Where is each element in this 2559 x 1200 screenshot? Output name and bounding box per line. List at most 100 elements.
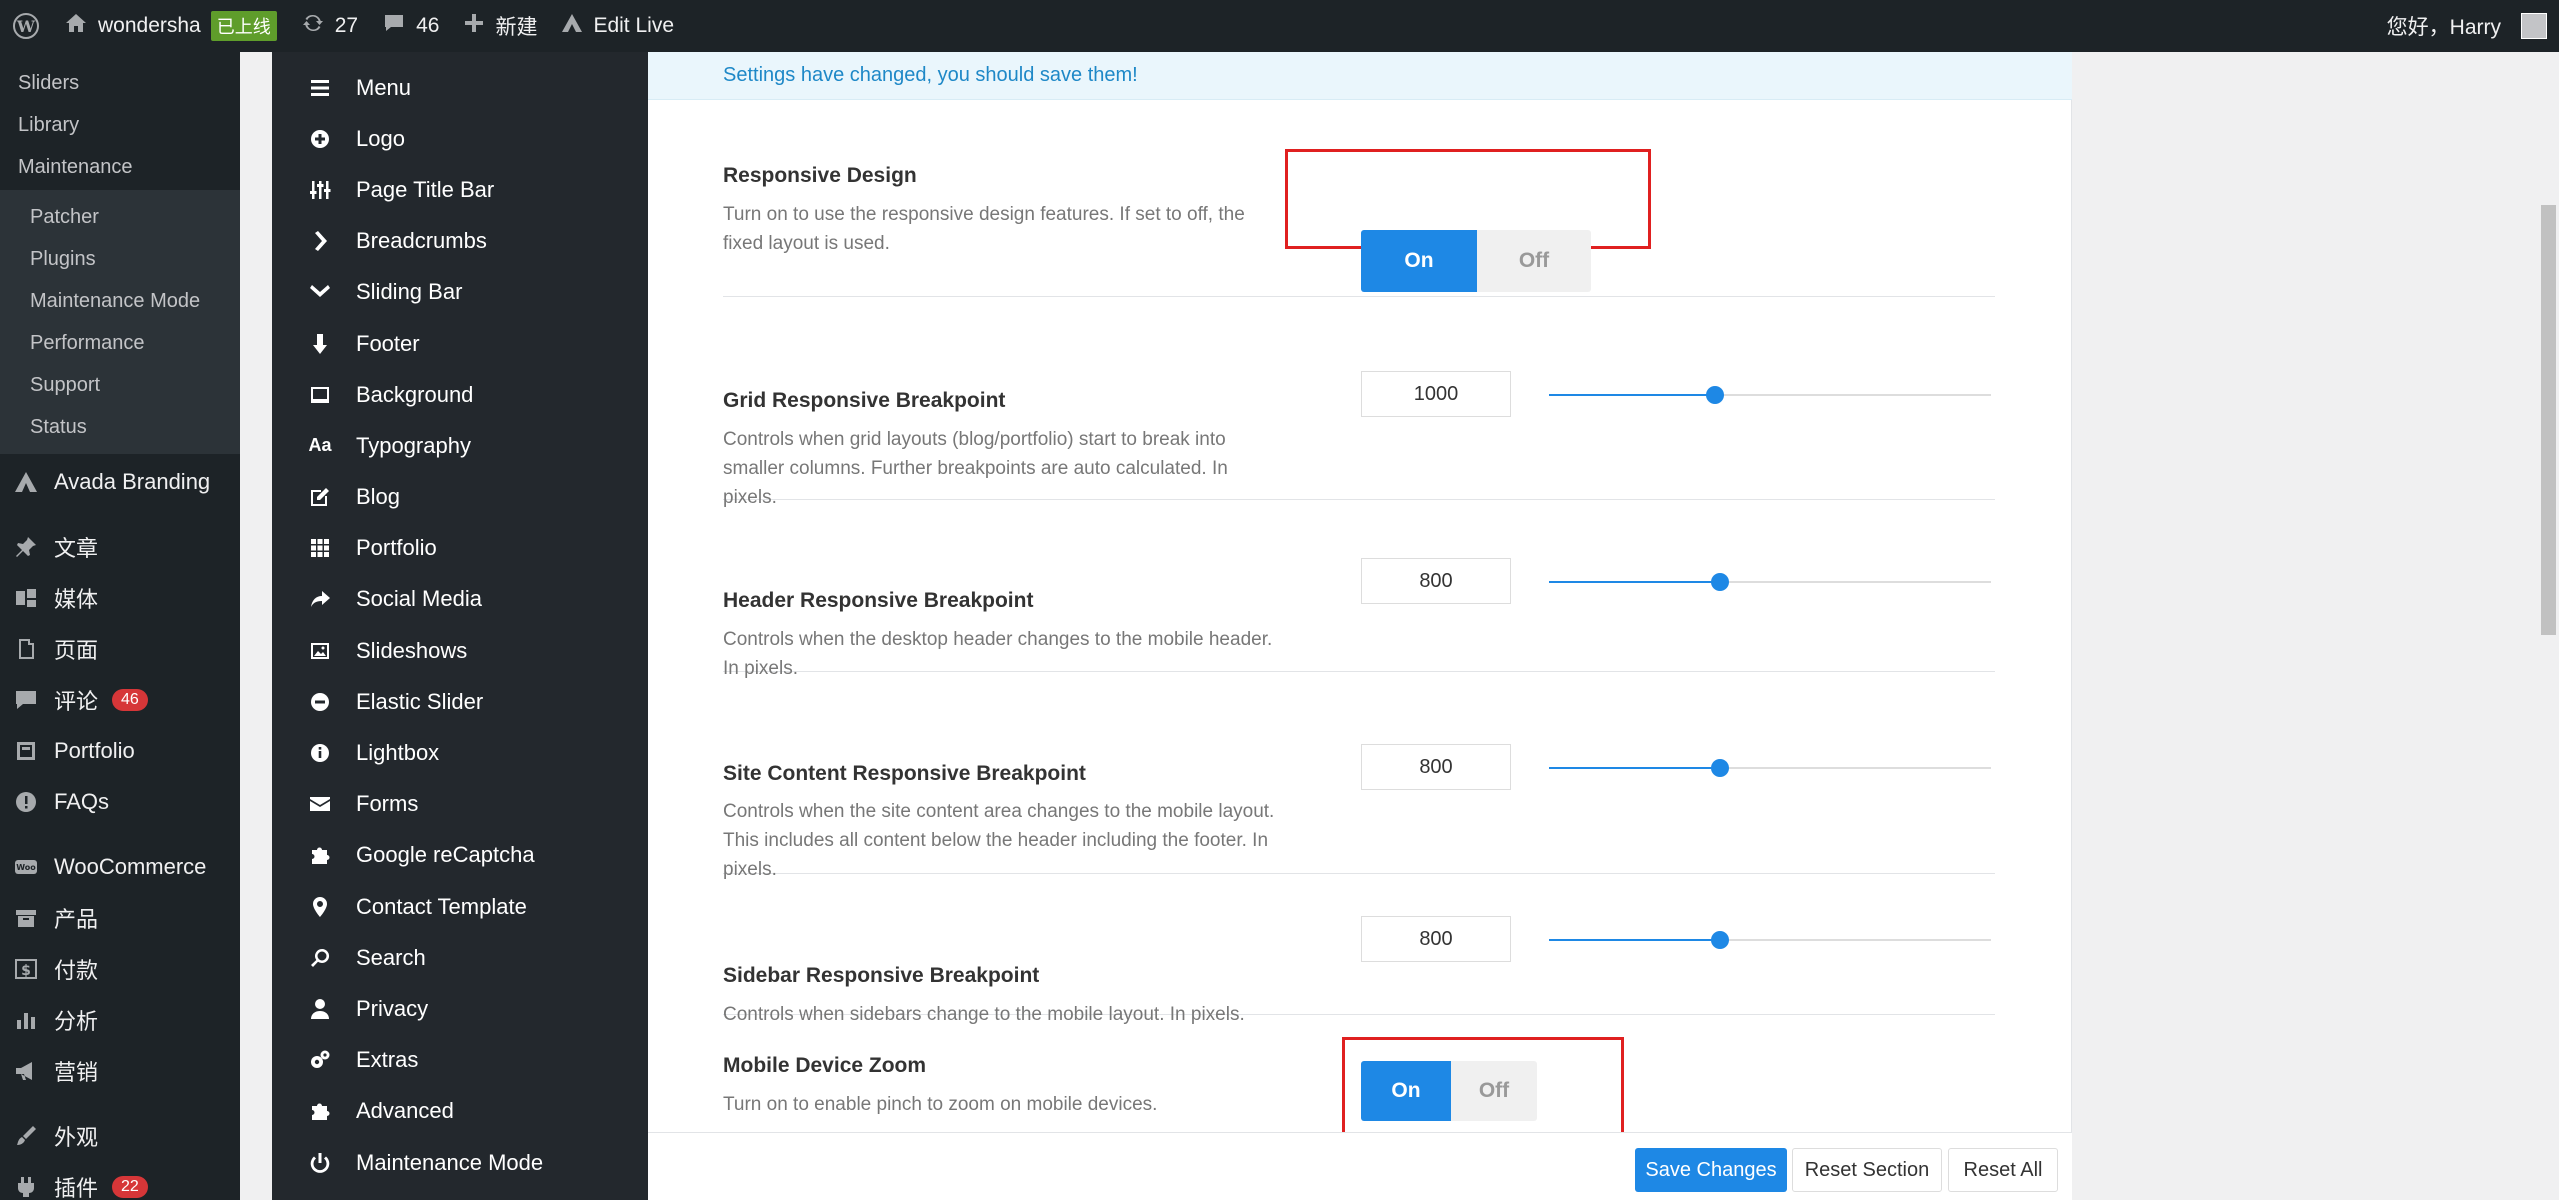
menu-item-analytics[interactable]: 分析 (0, 994, 240, 1045)
reset-section-button[interactable]: Reset Section (1792, 1148, 1942, 1192)
menu-item-plugins[interactable]: 插件 22 (0, 1161, 240, 1200)
reset-all-button[interactable]: Reset All (1948, 1148, 2058, 1192)
nav-item-advanced[interactable]: Advanced (272, 1086, 648, 1137)
toggle-off-button[interactable]: Off (1451, 1061, 1537, 1121)
nav-item-logo[interactable]: Logo (272, 113, 648, 164)
menu-item-comments[interactable]: 评论 46 (0, 674, 240, 725)
menu-item-avada-branding[interactable]: Avada Branding (0, 456, 240, 507)
menu-item-marketing[interactable]: 营销 (0, 1045, 240, 1096)
nav-item-page-title-bar[interactable]: Page Title Bar (272, 164, 648, 215)
nav-item-slideshows[interactable]: Slideshows (272, 625, 648, 676)
nav-item-privacy[interactable]: Privacy (272, 983, 648, 1034)
slider-handle[interactable] (1711, 931, 1730, 949)
nav-item-label: Elastic Slider (356, 688, 484, 714)
submenu-item-support[interactable]: Support (0, 364, 240, 406)
menu-item-posts[interactable]: 文章 (0, 521, 240, 572)
setting-description: Controls when sidebars change to the mob… (723, 1004, 1245, 1025)
svg-text:Woo: Woo (16, 863, 36, 872)
avatar (2521, 13, 2547, 39)
setting-content-breakpoint: Site Content Responsive Breakpoint Contr… (723, 672, 1995, 880)
setting-description: Controls when grid layouts (blog/portfol… (723, 429, 1228, 508)
menu-item-label: Avada Branding (54, 468, 211, 494)
menu-item-appearance[interactable]: 外观 (0, 1110, 240, 1161)
nav-item-background[interactable]: Background (272, 369, 648, 420)
nav-item-sliding-bar[interactable]: Sliding Bar (272, 267, 648, 318)
header-breakpoint-input[interactable]: 800 (1361, 558, 1511, 604)
grid-breakpoint-slider[interactable] (1549, 386, 1991, 404)
scrollbar-thumb[interactable] (2541, 205, 2556, 635)
slider-fill (1549, 581, 1721, 583)
chevron-right-icon (308, 229, 332, 253)
edit-live-link[interactable]: Edit Live (549, 0, 686, 52)
menu-item-payments[interactable]: $ 付款 (0, 943, 240, 994)
menu-item-label: 文章 (54, 535, 99, 561)
nav-item-elastic-slider[interactable]: Elastic Slider (272, 676, 648, 727)
grid-icon (308, 536, 332, 560)
menu-item-pages[interactable]: 页面 (0, 623, 240, 674)
save-changes-button[interactable]: Save Changes (1635, 1148, 1787, 1192)
nav-item-footer[interactable]: Footer (272, 318, 648, 369)
submenu-item-maintenance[interactable]: Maintenance (0, 146, 240, 188)
nav-item-label: Menu (356, 74, 412, 100)
menu-item-portfolio[interactable]: Portfolio (0, 725, 240, 776)
wordpress-logo-icon[interactable]: W (0, 0, 52, 52)
nav-item-portfolio[interactable]: Portfolio (272, 523, 648, 574)
slider-handle[interactable] (1711, 759, 1730, 777)
updates-icon (301, 11, 325, 41)
header-breakpoint-slider[interactable] (1549, 573, 1991, 591)
menu-item-products[interactable]: 产品 (0, 892, 240, 943)
updates-link[interactable]: 27 (289, 0, 370, 52)
menu-item-woocommerce[interactable]: Woo WooCommerce (0, 841, 240, 892)
comments-count-badge: 46 (112, 688, 148, 711)
toggle-on-button[interactable]: On (1361, 1061, 1451, 1121)
toggle-on-button[interactable]: On (1361, 230, 1477, 292)
menu-icon (308, 76, 332, 100)
slider-handle[interactable] (1705, 386, 1724, 404)
nav-item-forms[interactable]: Forms (272, 779, 648, 830)
submenu-item-patcher[interactable]: Patcher (0, 196, 240, 238)
portfolio-icon (12, 737, 40, 765)
sidebar-breakpoint-slider[interactable] (1549, 931, 1991, 949)
slider-handle[interactable] (1711, 573, 1730, 591)
comments-link[interactable]: 46 (370, 0, 451, 52)
sliders-icon (308, 178, 332, 202)
menu-item-label: 外观 (54, 1124, 99, 1150)
nav-item-search[interactable]: Search (272, 932, 648, 983)
info-circle-icon (308, 741, 332, 765)
nav-item-social-media[interactable]: Social Media (272, 574, 648, 625)
submenu-item-maintenance-mode[interactable]: Maintenance Mode (0, 280, 240, 322)
submenu-item-performance[interactable]: Performance (0, 322, 240, 364)
sidebar-breakpoint-input[interactable]: 800 (1361, 916, 1511, 962)
setting-title: Mobile Device Zoom (723, 1054, 927, 1077)
nav-item-breadcrumbs[interactable]: Breadcrumbs (272, 216, 648, 267)
nav-item-google-recaptcha[interactable]: Google reCaptcha (272, 830, 648, 881)
menu-item-faqs[interactable]: FAQs (0, 776, 240, 827)
nav-item-extras[interactable]: Extras (272, 1035, 648, 1086)
nav-item-maintenance-mode[interactable]: Maintenance Mode (272, 1137, 648, 1188)
submenu-item-plugins[interactable]: Plugins (0, 238, 240, 280)
nav-item-typography[interactable]: Aa Typography (272, 420, 648, 471)
grid-breakpoint-input[interactable]: 1000 (1361, 371, 1511, 417)
megaphone-icon (12, 1057, 40, 1085)
greeting: 您好，Harry (2386, 16, 2501, 39)
nav-item-label: Google reCaptcha (356, 842, 535, 868)
share-icon (308, 587, 332, 611)
new-content-link[interactable]: 新建 (451, 0, 549, 52)
submenu-item-status[interactable]: Status (0, 406, 240, 448)
toggle-off-button[interactable]: Off (1477, 230, 1591, 292)
site-name-link[interactable]: wondersha 已上线 (52, 0, 289, 52)
avada-icon (12, 468, 40, 496)
submenu-item-library[interactable]: Library (0, 104, 240, 146)
nav-item-menu[interactable]: Menu (272, 62, 648, 113)
menu-gutter (240, 52, 272, 1200)
nav-item-blog[interactable]: Blog (272, 472, 648, 523)
cogs-icon (308, 1048, 332, 1072)
nav-item-contact-template[interactable]: Contact Template (272, 881, 648, 932)
nav-item-lightbox[interactable]: Lightbox (272, 727, 648, 778)
content-breakpoint-input[interactable]: 800 (1361, 744, 1511, 790)
mobile-zoom-toggle: On Off (1361, 1061, 1537, 1121)
submenu-item-sliders[interactable]: Sliders (0, 62, 240, 104)
my-account-link[interactable]: 您好，Harry (2375, 0, 2559, 52)
content-breakpoint-slider[interactable] (1549, 759, 1991, 777)
menu-item-media[interactable]: 媒体 (0, 572, 240, 623)
